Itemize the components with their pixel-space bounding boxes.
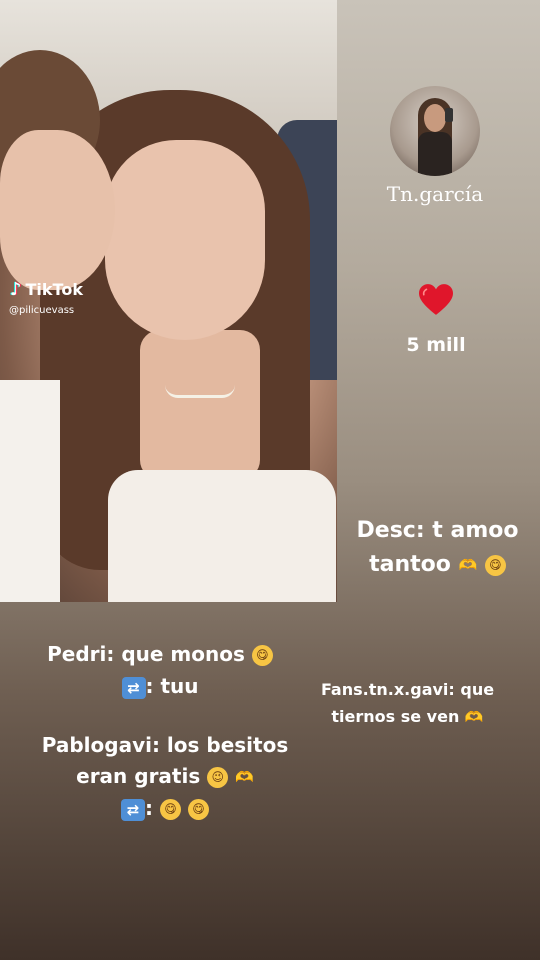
description-line: Desc: t amoo [356,518,519,543]
story-photo: ♪ TikTok @pilicuevass [0,0,337,602]
comment-reply-line: ⇄: tuu [30,670,290,702]
post-description: Desc: t amoo tantoo 🫶 😋 [350,514,525,582]
photo-boy-face [0,130,115,290]
yum-face-emoji-icon: 😋 [484,554,506,576]
tiktok-brand-text: TikTok [25,280,83,299]
photo-boy-shirt [0,380,60,602]
likes-count: 5 mill [406,334,466,356]
comment-text: tiernos se ven [331,707,460,726]
comment-line: Fans.tn.x.gavi: que [320,680,495,699]
heart-icon [419,284,453,315]
comment-line: Pedri: que monos 😋 [30,638,290,670]
comment-reply-text: : [145,796,154,820]
profile-name[interactable]: Tn.garcía [360,182,510,206]
description-text: tantoo [369,552,451,577]
yum-face-emoji-icon: 😋 [251,645,273,666]
yum-face-emoji-icon: 😋 [160,799,181,820]
description-line: tantoo 🫶 😋 [350,548,525,582]
comment-reply-line: ⇄: 😋 😋 [25,793,305,824]
comment-text: Pedri: que monos [47,642,245,666]
tiktok-username: @pilicuevass [9,305,75,316]
profile-avatar[interactable] [390,86,480,176]
comment-fans: Fans.tn.x.gavi: que tiernos se ven 🫶 [300,676,515,731]
heart-hands-emoji-icon: 🫶 [458,556,478,574]
photo-girl-top [108,470,336,602]
avatar-phone [445,108,453,122]
tiktok-watermark: ♪ TikTok [10,279,83,300]
repost-icon: ⇄ [121,798,146,821]
comment-line: Pablogavi: los besitos [41,733,289,757]
comment-line: tiernos se ven 🫶 [300,703,515,731]
comment-reply-text: : tuu [145,674,199,698]
heart-hands-emoji-icon: 🫶 [464,708,484,726]
comment-pablogavi: Pablogavi: los besitos eran gratis 😉 🫶 ⇄… [25,730,305,824]
comment-line: eran gratis 😉 🫶 [25,761,305,793]
comment-text: eran gratis [76,764,201,788]
avatar-head [424,104,446,132]
photo-girl-face [105,140,265,340]
photo-girl-neck [140,330,260,480]
wink-face-emoji-icon: 😉 [207,767,229,788]
tiktok-logo-icon: ♪ [10,279,22,300]
comment-pedri: Pedri: que monos 😋 ⇄: tuu [30,638,290,702]
heart-hands-emoji-icon: 🫶 [235,768,254,786]
repost-icon: ⇄ [121,676,146,699]
avatar-body [418,132,452,176]
photo-necklace [165,385,235,398]
yum-face-emoji-icon: 😋 [187,799,209,820]
